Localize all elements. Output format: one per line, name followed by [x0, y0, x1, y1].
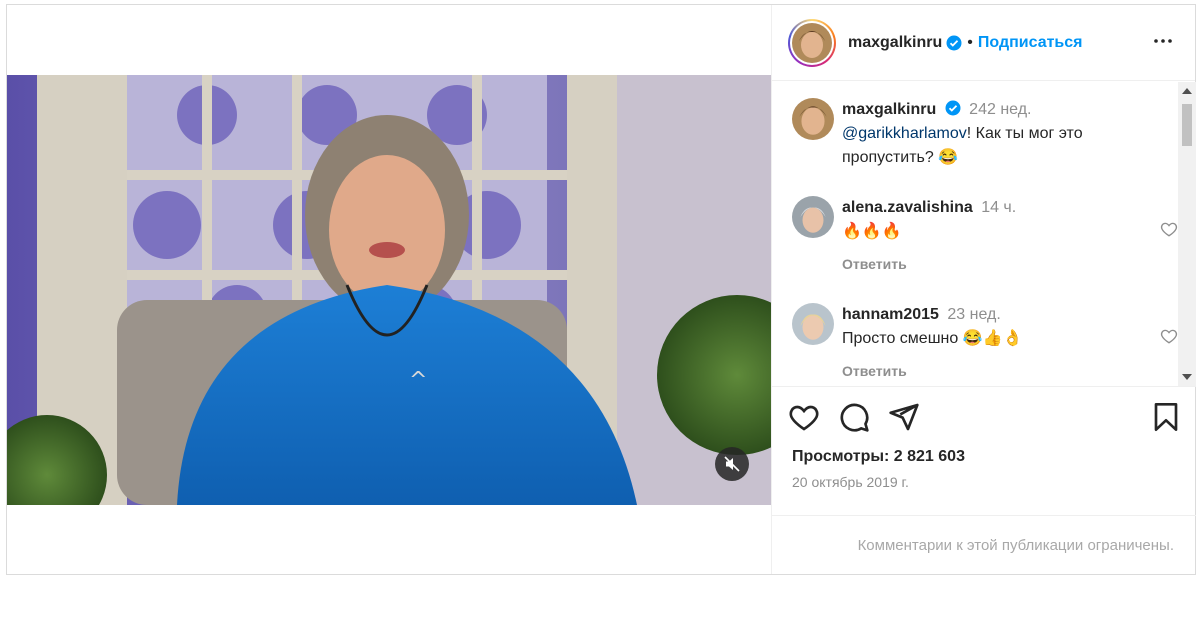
follow-button[interactable]: Подписаться: [978, 34, 1083, 52]
comment-username[interactable]: hannam2015: [842, 306, 939, 323]
comment-text: 🔥🔥🔥: [842, 223, 902, 240]
author-avatar-image: [792, 22, 832, 63]
video-frame: ^: [7, 75, 771, 505]
reply-button[interactable]: Ответить: [842, 359, 1142, 383]
heart-icon[interactable]: [788, 401, 820, 433]
author-avatar[interactable]: [788, 18, 836, 67]
video-player[interactable]: ^: [7, 75, 771, 505]
separator-dot: •: [967, 33, 973, 51]
post-sidebar: maxgalkinru • Подписаться maxgalkinru 24…: [771, 5, 1196, 574]
speaker-muted-icon: [724, 456, 740, 472]
comment-avatar[interactable]: [792, 196, 834, 238]
comments-restricted-notice: Комментарии к этой публикации ограничены…: [772, 515, 1196, 574]
comment-time[interactable]: 14 ч.: [981, 199, 1016, 216]
post-card: ^ maxgalkinru • Подписаться maxgalkinru …: [6, 4, 1196, 575]
media-area: ^: [7, 5, 771, 574]
reply-button[interactable]: Ответить: [842, 252, 1142, 276]
scroll-thumb[interactable]: [1182, 104, 1192, 146]
comment-avatar-image: [792, 303, 834, 345]
comment-icon[interactable]: [838, 401, 870, 433]
comment-avatar[interactable]: [792, 303, 834, 345]
verified-badge-icon: [946, 35, 962, 50]
more-options-icon[interactable]: [1151, 29, 1175, 53]
svg-text:^: ^: [409, 368, 427, 393]
share-icon[interactable]: [888, 401, 920, 433]
post-header: maxgalkinru • Подписаться: [772, 5, 1195, 81]
verified-badge-icon: [945, 100, 961, 116]
caption-avatar-image: [792, 98, 834, 140]
caption-mention[interactable]: @garikkharlamov: [842, 125, 967, 142]
scroll-up-icon[interactable]: [1182, 88, 1192, 94]
comments-scrollbar[interactable]: [1178, 82, 1196, 386]
scroll-down-icon[interactable]: [1182, 374, 1192, 380]
comment-text: Просто смешно 😂👍👌: [842, 330, 1023, 347]
post-actions: [788, 401, 1182, 441]
mute-toggle-button[interactable]: [715, 447, 749, 481]
comment-time[interactable]: 23 нед.: [947, 306, 1000, 323]
caption-time[interactable]: 242 нед.: [969, 101, 1031, 118]
caption-avatar[interactable]: [792, 98, 834, 140]
comment-heart-icon[interactable]: [1160, 220, 1178, 238]
comment-avatar-image: [792, 196, 834, 238]
bookmark-icon[interactable]: [1150, 401, 1182, 433]
view-count: Просмотры: 2 821 603: [792, 448, 965, 465]
post-date[interactable]: 20 октябрь 2019 г.: [792, 474, 909, 490]
author-username[interactable]: maxgalkinru: [848, 34, 942, 52]
caption-username[interactable]: maxgalkinru: [842, 101, 936, 118]
comments-list[interactable]: maxgalkinru 242 нед. @garikkharlamov! Ка…: [772, 82, 1196, 387]
comment-heart-icon[interactable]: [1160, 327, 1178, 345]
comment-username[interactable]: alena.zavalishina: [842, 199, 973, 216]
